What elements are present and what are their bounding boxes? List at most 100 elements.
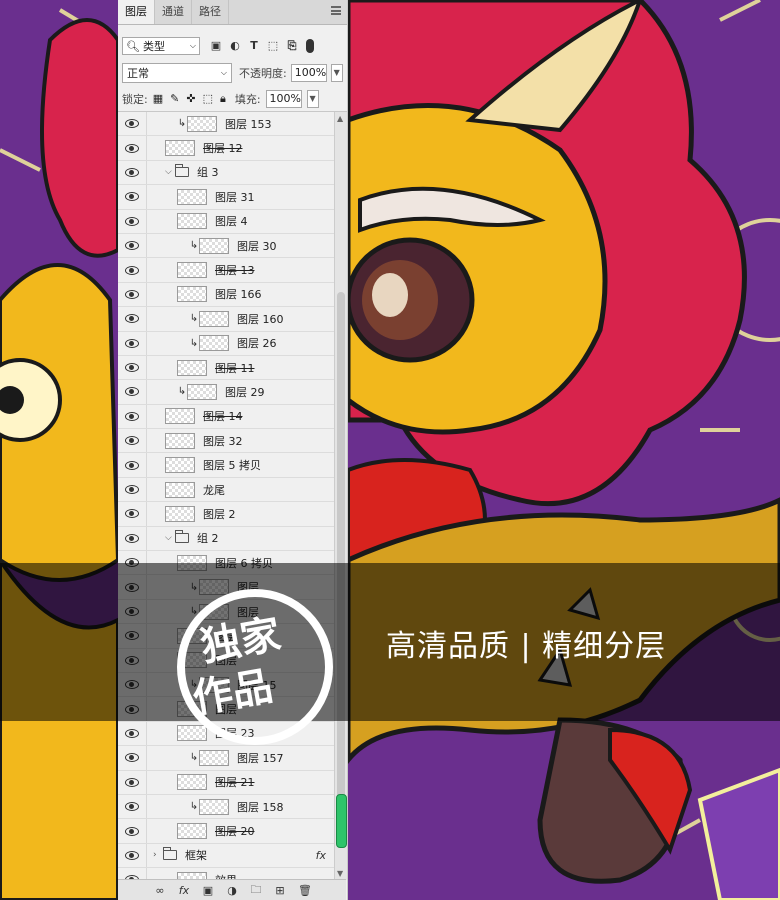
layer-scrollbar[interactable]: ▲ ▼ <box>334 112 347 880</box>
layer-row[interactable]: 图层 5 拷贝 <box>118 453 334 478</box>
layer-name[interactable]: 图层 11 <box>215 360 255 376</box>
visibility-toggle[interactable] <box>118 429 147 453</box>
layer-thumbnail[interactable] <box>187 115 217 132</box>
layer-thumbnail[interactable] <box>199 310 229 327</box>
layer-name[interactable]: 图层 29 <box>225 384 265 400</box>
lock-artboard-icon[interactable]: ⬚ <box>203 92 213 106</box>
visibility-toggle[interactable] <box>118 843 147 868</box>
chevron-right-icon[interactable]: › <box>153 850 163 860</box>
delete-layer-icon[interactable]: 🗑︎ <box>298 884 312 897</box>
layer-thumbnail[interactable] <box>177 286 207 303</box>
layer-row[interactable]: 龙尾 <box>118 477 334 503</box>
visibility-toggle[interactable] <box>118 794 147 819</box>
visibility-toggle[interactable] <box>118 258 147 282</box>
visibility-toggle[interactable] <box>118 355 147 380</box>
filter-kind-select[interactable]: 🔍︎ 类型 ⌵ <box>122 37 200 55</box>
filter-toggle[interactable] <box>306 39 314 53</box>
adjustment-filter-icon[interactable]: ◐ <box>229 39 241 53</box>
layer-name[interactable]: 图层 31 <box>215 189 255 205</box>
layer-thumbnail[interactable] <box>177 823 207 840</box>
visibility-toggle[interactable] <box>118 770 147 794</box>
layer-thumbnail[interactable] <box>165 140 195 157</box>
layer-row[interactable]: 图层 13 <box>118 258 334 283</box>
layer-name[interactable]: 图层 21 <box>215 774 255 790</box>
visibility-toggle[interactable] <box>118 282 147 307</box>
layer-thumbnail[interactable] <box>199 798 229 815</box>
visibility-toggle[interactable] <box>118 404 147 429</box>
new-group-icon[interactable]: 🗀︎ <box>250 881 262 900</box>
smart-object-filter-icon[interactable]: ⎘ <box>286 39 298 53</box>
layer-name[interactable]: 图层 4 <box>215 213 248 229</box>
layer-row[interactable]: 图层 12 <box>118 136 334 161</box>
layer-name[interactable]: 图层 153 <box>225 116 272 132</box>
visibility-toggle[interactable] <box>118 233 147 258</box>
opacity-field[interactable]: 100% <box>290 64 327 82</box>
visibility-toggle[interactable] <box>118 477 147 502</box>
layer-row[interactable]: ↳ 图层 30 <box>118 233 334 259</box>
layer-row[interactable]: 图层 166 <box>118 282 334 308</box>
layer-name[interactable]: 框架 <box>185 847 207 863</box>
visibility-toggle[interactable] <box>118 453 147 477</box>
layer-row[interactable]: 图层 31 <box>118 185 334 210</box>
layer-row[interactable]: 图层 21 <box>118 770 334 795</box>
fill-field[interactable]: 100% <box>265 90 302 108</box>
scroll-up-icon[interactable]: ▲ <box>337 114 343 123</box>
layer-row[interactable]: 图层 4 <box>118 209 334 234</box>
layer-row[interactable]: 图层 20 <box>118 819 334 844</box>
visibility-toggle[interactable] <box>118 526 147 551</box>
layer-name[interactable]: 图层 13 <box>215 262 255 278</box>
layer-name[interactable]: 组 3 <box>197 164 219 180</box>
scroll-down-icon[interactable]: ▼ <box>337 869 343 878</box>
lock-transparent-icon[interactable]: ▦ <box>153 92 163 106</box>
tab-channels[interactable]: 通道 <box>155 0 192 24</box>
visibility-toggle[interactable] <box>118 136 147 160</box>
tab-layers[interactable]: 图层 <box>118 0 155 24</box>
layer-row[interactable]: ↳ 图层 29 <box>118 380 334 405</box>
layer-name[interactable]: 图层 14 <box>203 408 243 424</box>
layer-group-row[interactable]: › 框架 fx <box>118 843 334 869</box>
layer-thumbnail[interactable] <box>177 359 207 376</box>
layer-name[interactable]: 图层 12 <box>203 140 243 156</box>
layer-thumbnail[interactable] <box>165 457 195 474</box>
layer-row[interactable]: 图层 11 <box>118 355 334 381</box>
layer-thumbnail[interactable] <box>165 408 195 425</box>
layer-row[interactable]: 图层 2 <box>118 502 334 527</box>
type-filter-icon[interactable]: T <box>248 39 260 53</box>
fill-dropdown-icon[interactable]: ▼ <box>306 90 319 108</box>
adjustment-layer-icon[interactable]: ◑ <box>226 884 238 897</box>
visibility-toggle[interactable] <box>118 209 147 233</box>
layer-thumbnail[interactable] <box>187 383 217 400</box>
visibility-toggle[interactable] <box>118 160 147 185</box>
opacity-dropdown-icon[interactable]: ▼ <box>330 64 343 82</box>
chevron-down-icon[interactable]: ⌵ <box>165 533 175 543</box>
visibility-toggle[interactable] <box>118 502 147 526</box>
pixel-filter-icon[interactable]: ▣ <box>210 39 222 53</box>
visibility-toggle[interactable] <box>118 380 147 404</box>
add-mask-icon[interactable]: ▣ <box>202 884 214 897</box>
new-layer-icon[interactable]: ⊞ <box>274 884 286 897</box>
shape-filter-icon[interactable]: ⬚ <box>267 39 279 53</box>
layer-thumbnail[interactable] <box>177 213 207 230</box>
layer-name[interactable]: 图层 26 <box>237 335 277 351</box>
visibility-toggle[interactable] <box>118 746 147 770</box>
chevron-down-icon[interactable]: ⌵ <box>165 167 175 177</box>
layer-name[interactable]: 图层 32 <box>203 433 243 449</box>
layer-name[interactable]: 图层 20 <box>215 823 255 839</box>
lock-image-icon[interactable]: ✎ <box>170 92 179 106</box>
layer-row[interactable]: ↳ 图层 157 <box>118 746 334 771</box>
layer-name[interactable]: 组 2 <box>197 530 219 546</box>
layer-fx-badge[interactable]: fx <box>316 849 326 862</box>
fx-icon[interactable]: fx <box>178 884 190 897</box>
layer-name[interactable]: 图层 166 <box>215 286 262 302</box>
layer-thumbnail[interactable] <box>199 237 229 254</box>
tab-paths[interactable]: 路径 <box>192 0 229 24</box>
layer-thumbnail[interactable] <box>165 505 195 522</box>
layer-thumbnail[interactable] <box>199 335 229 352</box>
lock-all-icon[interactable]: 🔒︎ <box>220 92 226 106</box>
layer-name[interactable]: 图层 158 <box>237 799 284 815</box>
layer-thumbnail[interactable] <box>199 749 229 766</box>
layer-thumbnail[interactable] <box>165 481 195 498</box>
layer-thumbnail[interactable] <box>177 774 207 791</box>
layer-row[interactable]: ↳ 图层 160 <box>118 307 334 332</box>
layer-row[interactable]: 图层 14 <box>118 404 334 430</box>
